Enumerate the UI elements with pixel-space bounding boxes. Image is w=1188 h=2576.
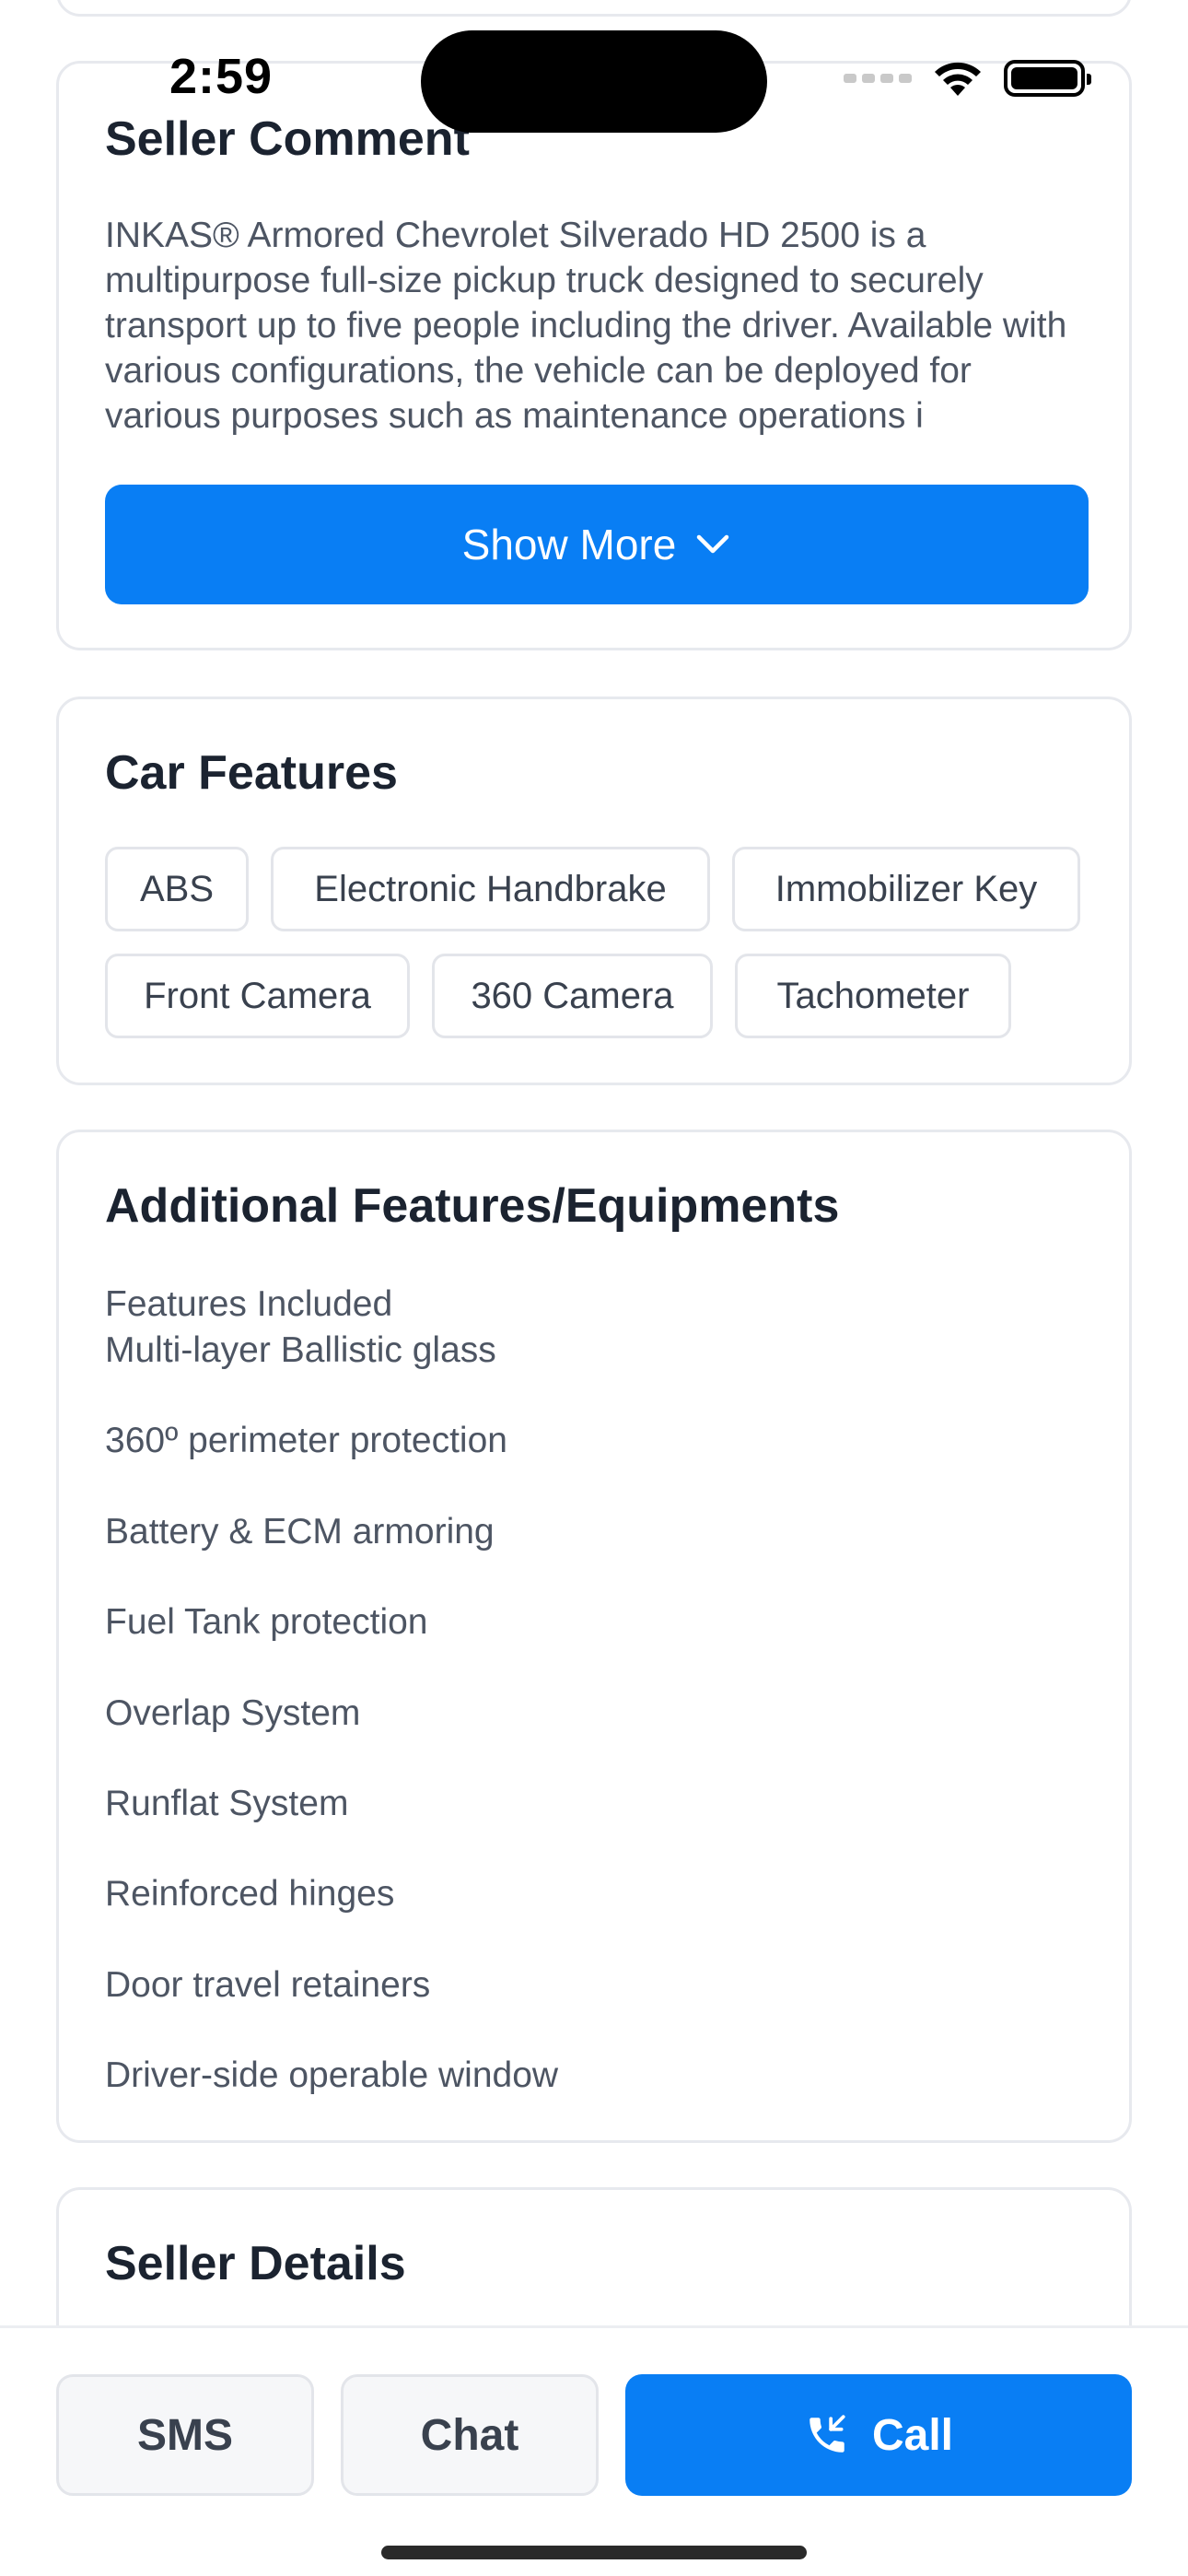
seller-comment-title: Seller Comment xyxy=(105,112,470,166)
additional-feature-item: Battery & ECM armoring xyxy=(105,1512,495,1551)
additional-feature-item: Multi-layer Ballistic glass xyxy=(105,1330,496,1370)
call-button[interactable]: Call xyxy=(625,2374,1132,2496)
additional-feature-item: Overlap System xyxy=(105,1693,361,1733)
additional-features-card: Additional Features/Equipments Features … xyxy=(56,1130,1132,2143)
sms-button[interactable]: SMS xyxy=(56,2374,314,2496)
additional-feature-item: Runflat System xyxy=(105,1784,349,1823)
additional-feature-item: Features Included xyxy=(105,1284,393,1324)
feature-chip-360-camera: 360 Camera xyxy=(432,954,713,1038)
chat-button[interactable]: Chat xyxy=(341,2374,599,2496)
feature-chip-tachometer: Tachometer xyxy=(735,954,1011,1038)
additional-feature-item: Reinforced hinges xyxy=(105,1874,395,1914)
previous-card xyxy=(56,0,1132,17)
chevron-down-icon xyxy=(694,526,731,563)
feature-chip-abs: ABS xyxy=(105,847,249,931)
show-more-button[interactable]: Show More xyxy=(105,485,1089,604)
seller-comment-text: INKAS® Armored Chevrolet Silverado HD 25… xyxy=(105,216,1067,436)
car-features-title: Car Features xyxy=(105,746,398,800)
car-features-card: Car Features ABS Electronic Handbrake Im… xyxy=(56,697,1132,1085)
feature-chip-immobilizer-key: Immobilizer Key xyxy=(732,847,1080,931)
home-indicator[interactable] xyxy=(381,2546,807,2559)
show-more-label: Show More xyxy=(461,521,677,568)
additional-feature-item: Door travel retainers xyxy=(105,1965,431,2005)
additional-feature-item: 360º perimeter protection xyxy=(105,1421,507,1460)
seller-comment-card: Seller Comment INKAS® Armored Chevrolet … xyxy=(56,61,1132,650)
additional-features-title: Additional Features/Equipments xyxy=(105,1179,840,1233)
call-label: Call xyxy=(871,2410,954,2460)
bottom-action-bar: SMS Chat Call xyxy=(0,2325,1188,2576)
phone-call-icon xyxy=(809,2415,845,2453)
seller-details-title: Seller Details xyxy=(105,2237,406,2290)
sms-label: SMS xyxy=(136,2410,233,2460)
feature-chip-electronic-handbrake: Electronic Handbrake xyxy=(271,847,710,931)
chat-label: Chat xyxy=(420,2410,519,2460)
additional-feature-item: Fuel Tank protection xyxy=(105,1602,428,1642)
additional-feature-item: Driver-side operable window xyxy=(105,2055,559,2095)
feature-chip-front-camera: Front Camera xyxy=(105,954,410,1038)
